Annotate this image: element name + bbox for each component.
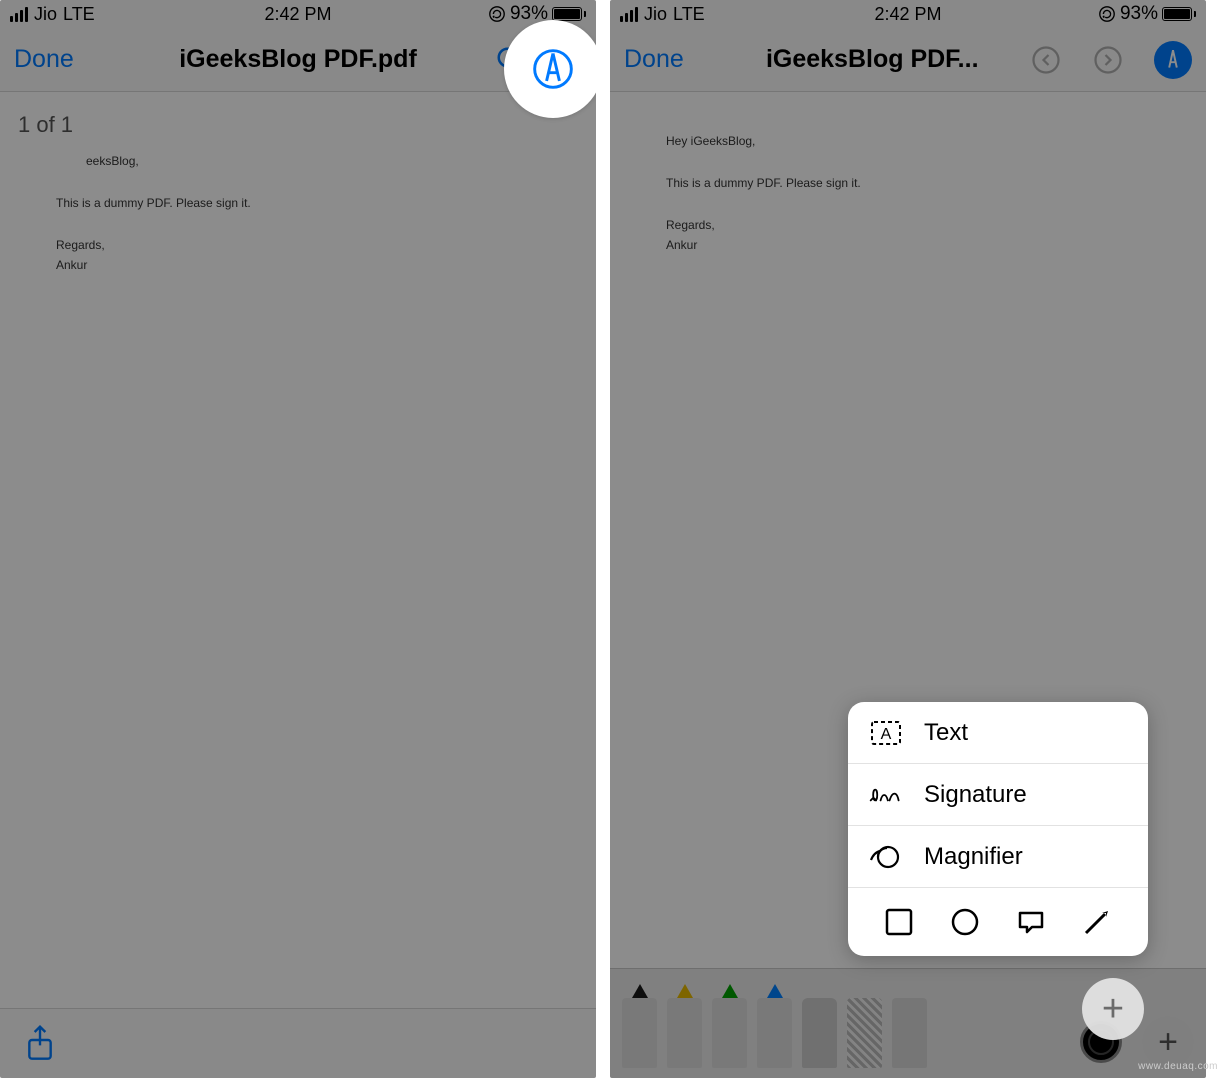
shape-row [848, 888, 1148, 956]
battery-pct: 93% [1120, 3, 1158, 25]
network-label: LTE [673, 4, 705, 25]
pen-tool-blue[interactable] [757, 980, 792, 1068]
doc-text: Regards, [666, 216, 1150, 234]
screenshot-after: Jio LTE 2:42 PM 93% Done iGeeksBlog PDF.… [610, 0, 1206, 1078]
document-viewport[interactable]: 1 of 1 eeksBlog, This is a dummy PDF. Pl… [0, 92, 596, 1078]
arrow-shape-icon[interactable] [1080, 905, 1114, 939]
markup-highlight [504, 20, 596, 118]
battery-icon [1162, 7, 1196, 21]
menu-label: Text [924, 719, 968, 747]
ruler-tool[interactable] [892, 980, 927, 1068]
markup-icon-active[interactable] [1154, 41, 1192, 79]
battery-icon [552, 7, 586, 21]
square-shape-icon[interactable] [882, 905, 916, 939]
clock: 2:42 PM [264, 4, 331, 25]
signal-icon [620, 6, 638, 22]
plus-button-highlight: + [1082, 978, 1144, 1040]
page-indicator: 1 of 1 [18, 112, 73, 138]
lasso-tool[interactable] [847, 980, 882, 1068]
magnifier-icon [868, 839, 904, 875]
screenshot-before: Jio LTE 2:42 PM 93% Done iGeeksBlog PDF.… [0, 0, 596, 1078]
doc-text: This is a dummy PDF. Please sign it. [56, 194, 540, 212]
text-icon: A [868, 715, 904, 751]
signal-icon [10, 6, 28, 22]
pdf-page: eeksBlog, This is a dummy PDF. Please si… [0, 92, 596, 1078]
nav-title: iGeeksBlog PDF.pdf [179, 45, 417, 74]
menu-item-magnifier[interactable]: Magnifier [848, 826, 1148, 888]
eraser-tool[interactable] [802, 980, 837, 1068]
doc-text: Hey iGeeksBlog, [666, 132, 1150, 150]
nav-title: iGeeksBlog PDF... [766, 45, 979, 74]
highlighter-yellow[interactable] [667, 980, 702, 1068]
doc-text: Ankur [56, 256, 540, 274]
rotation-lock-icon [1098, 5, 1116, 23]
pen-tool-black[interactable] [622, 980, 657, 1068]
signature-icon [868, 777, 904, 813]
done-button[interactable]: Done [624, 45, 684, 74]
svg-text:A: A [881, 726, 892, 743]
status-bar: Jio LTE 2:42 PM 93% [0, 0, 596, 28]
doc-text: eeksBlog, [86, 152, 540, 170]
carrier-label: Jio [34, 4, 57, 25]
pen-tool-green[interactable] [712, 980, 747, 1068]
undo-icon[interactable] [1030, 44, 1062, 76]
speech-bubble-icon[interactable] [1014, 905, 1048, 939]
circle-shape-icon[interactable] [948, 905, 982, 939]
menu-item-signature[interactable]: Signature [848, 764, 1148, 826]
nav-bar: Done iGeeksBlog PDF... [610, 28, 1206, 92]
status-bar: Jio LTE 2:42 PM 93% [610, 0, 1206, 28]
done-button[interactable]: Done [14, 45, 74, 74]
watermark: www.deuaq.com [1138, 1061, 1218, 1072]
doc-text: This is a dummy PDF. Please sign it. [666, 174, 1150, 192]
menu-label: Signature [924, 781, 1027, 809]
network-label: LTE [63, 4, 95, 25]
bottom-toolbar [0, 1008, 596, 1078]
doc-text: Regards, [56, 236, 540, 254]
clock: 2:42 PM [874, 4, 941, 25]
redo-icon[interactable] [1092, 44, 1124, 76]
rotation-lock-icon [488, 5, 506, 23]
menu-label: Magnifier [924, 843, 1023, 871]
share-icon[interactable] [24, 1028, 56, 1060]
add-annotation-menu: A Text Signature Magnifier [848, 702, 1148, 956]
carrier-label: Jio [644, 4, 667, 25]
menu-item-text[interactable]: A Text [848, 702, 1148, 764]
doc-text: Ankur [666, 236, 1150, 254]
